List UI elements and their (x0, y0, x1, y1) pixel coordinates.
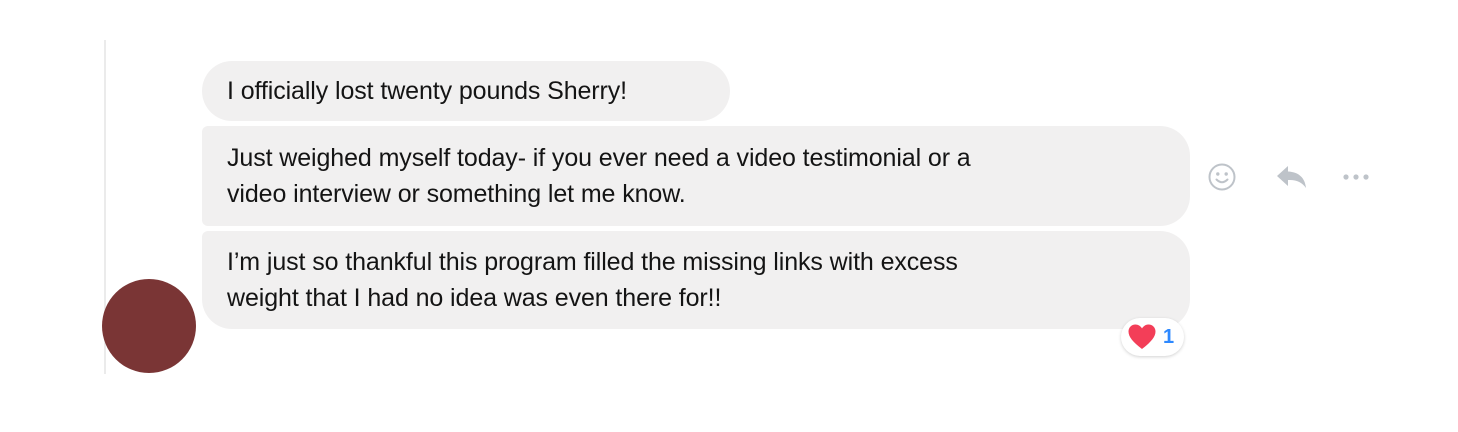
react-button[interactable] (1206, 161, 1238, 193)
message-text: I officially lost twenty pounds Sherry! (227, 77, 627, 105)
message-text: video interview or something let me know… (227, 180, 686, 208)
reaction-badge[interactable]: 1 (1121, 318, 1185, 356)
more-dots-icon (1343, 174, 1369, 180)
more-options-button[interactable] (1340, 161, 1372, 193)
message-bubble[interactable]: Just weighed myself today- if you ever n… (202, 126, 1190, 226)
message-actions (1206, 160, 1372, 194)
avatar[interactable] (102, 279, 196, 373)
reply-button[interactable] (1274, 161, 1310, 193)
message-text: Just weighed myself today- if you ever n… (227, 144, 971, 172)
heart-icon (1128, 324, 1156, 349)
smiley-icon (1208, 163, 1236, 191)
reply-arrow-icon (1277, 166, 1306, 188)
message-bubble[interactable]: I’m just so thankful this program filled… (202, 231, 1190, 329)
message-bubble[interactable]: I officially lost twenty pounds Sherry! (202, 61, 730, 121)
message-text: weight that I had no idea was even there… (227, 284, 722, 312)
reaction-count: 1 (1163, 325, 1175, 348)
message-text: I’m just so thankful this program filled… (227, 248, 958, 276)
